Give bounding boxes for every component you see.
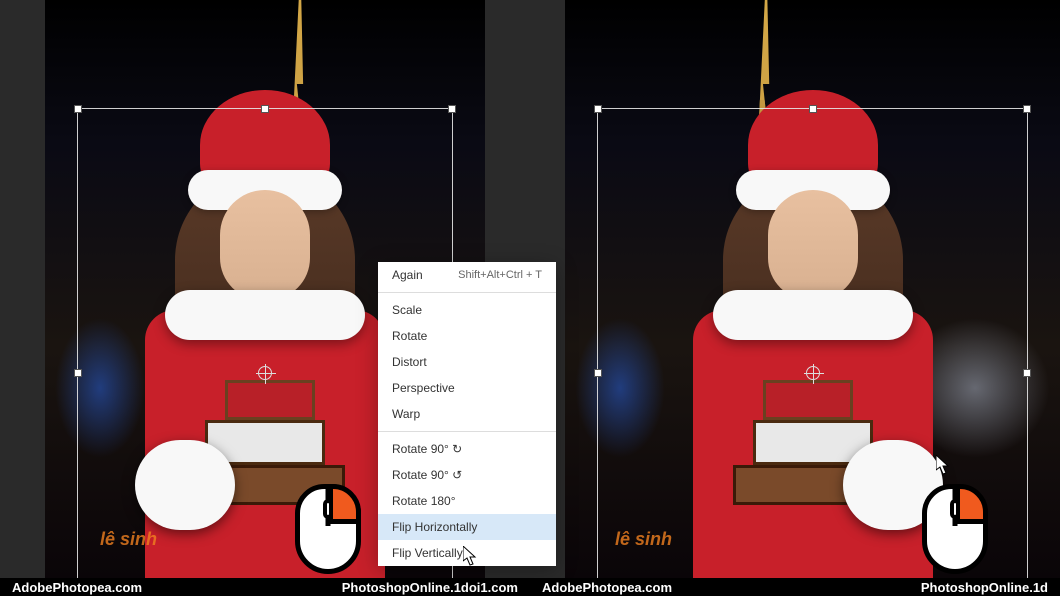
- menu-item-warp[interactable]: Warp: [378, 401, 556, 427]
- subject-layer-flipped[interactable]: [673, 90, 953, 578]
- transform-handle-top-right[interactable]: [1023, 105, 1031, 113]
- watermark-logo: lê sinh: [100, 529, 157, 550]
- menu-separator: [378, 292, 556, 293]
- footer-right-text: PhotoshopOnline.1d: [921, 580, 1048, 595]
- menu-item-rotate-90-cw[interactable]: Rotate 90° ↻: [378, 436, 556, 462]
- menu-item-label: Rotate 180°: [392, 494, 456, 508]
- transform-handle-top-left[interactable]: [594, 105, 602, 113]
- transform-handle-top-right[interactable]: [448, 105, 456, 113]
- menu-item-label: Flip Horizontally: [392, 520, 477, 534]
- background-tree-blue: [575, 318, 665, 458]
- menu-separator: [378, 431, 556, 432]
- menu-item-label: Flip Vertically: [392, 546, 463, 560]
- transform-handle-top-left[interactable]: [74, 105, 82, 113]
- menu-item-label: Rotate: [392, 329, 427, 343]
- footer-bar-left: AdobePhotopea.com PhotoshopOnline.1doi1.…: [0, 578, 530, 596]
- menu-item-rotate-90-ccw[interactable]: Rotate 90° ↺: [378, 462, 556, 488]
- footer-bar-right: AdobePhotopea.com PhotoshopOnline.1d: [530, 578, 1060, 596]
- menu-item-label: Distort: [392, 355, 427, 369]
- menu-item-flip-horizontal[interactable]: Flip Horizontally: [378, 514, 556, 540]
- menu-item-label: Rotate 90° ↺: [392, 468, 462, 482]
- mouse-rightclick-icon: [922, 484, 988, 574]
- menu-item-scale[interactable]: Scale: [378, 297, 556, 323]
- footer-right-text: PhotoshopOnline.1doi1.com: [342, 580, 518, 595]
- menu-item-label: Scale: [392, 303, 422, 317]
- transform-context-menu[interactable]: Again Shift+Alt+Ctrl + T Scale Rotate Di…: [378, 262, 556, 566]
- footer-left-text: AdobePhotopea.com: [12, 580, 142, 595]
- menu-item-rotate[interactable]: Rotate: [378, 323, 556, 349]
- menu-item-shortcut: Shift+Alt+Ctrl + T: [458, 269, 542, 281]
- menu-item-again[interactable]: Again Shift+Alt+Ctrl + T: [378, 262, 556, 288]
- cursor-pointer-icon: [936, 455, 950, 475]
- subject-layer[interactable]: [125, 90, 405, 578]
- watermark-logo: lê sinh: [615, 529, 672, 550]
- menu-item-label: Warp: [392, 407, 420, 421]
- cursor-pointer-icon: [463, 546, 477, 566]
- menu-item-label: Rotate 90° ↻: [392, 442, 462, 456]
- menu-item-rotate-180[interactable]: Rotate 180°: [378, 488, 556, 514]
- mouse-rightclick-icon: [295, 484, 361, 574]
- menu-item-distort[interactable]: Distort: [378, 349, 556, 375]
- menu-item-label: Again: [392, 268, 423, 282]
- menu-item-perspective[interactable]: Perspective: [378, 375, 556, 401]
- footer-left-text: AdobePhotopea.com: [542, 580, 672, 595]
- menu-item-label: Perspective: [392, 381, 455, 395]
